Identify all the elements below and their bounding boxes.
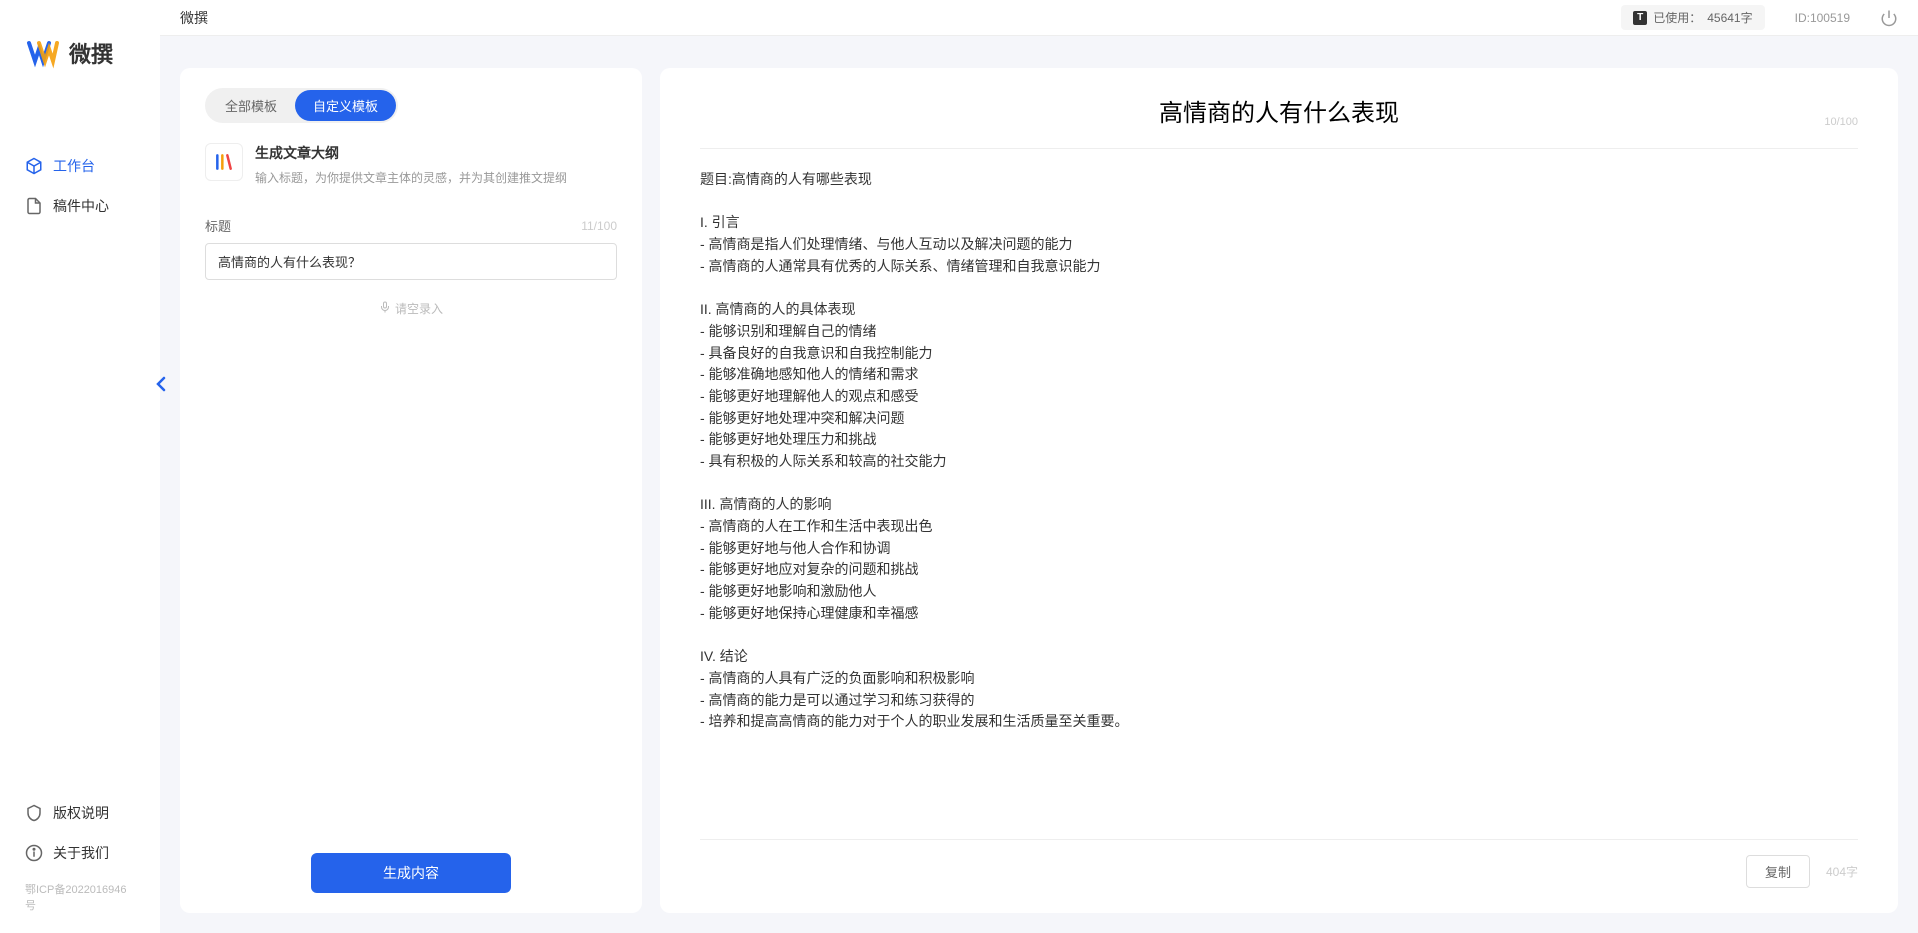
divider — [700, 148, 1858, 149]
sidebar-item-label: 版权说明 — [53, 803, 109, 823]
output-title: 高情商的人有什么表现 — [700, 93, 1858, 128]
header-title: 微撰 — [180, 8, 208, 28]
sidebar-item-copyright[interactable]: 版权说明 — [25, 793, 135, 833]
document-icon — [25, 197, 43, 215]
word-count: 404字 — [1826, 863, 1858, 880]
voice-input-button[interactable]: 请空录入 — [205, 300, 617, 317]
sidebar-item-label: 工作台 — [53, 156, 95, 176]
left-panel: 全部模板 自定义模板 生成文章大纲 输入标题，为你提供文章主体的灵感，并为其创建… — [180, 68, 642, 913]
title-field-label: 标题 — [205, 216, 231, 235]
user-id: ID:100519 — [1795, 11, 1850, 25]
template-desc: 输入标题，为你提供文章主体的灵感，并为其创建推文提纲 — [255, 169, 617, 186]
logo-icon — [25, 35, 61, 71]
info-icon — [25, 844, 43, 862]
title-field-counter: 11/100 — [581, 219, 617, 233]
shield-icon — [25, 804, 43, 822]
output-body: 题目:高情商的人有哪些表现 I. 引言 - 高情商是指人们处理情绪、与他人互动以… — [700, 169, 1858, 824]
sidebar-item-about[interactable]: 关于我们 — [25, 833, 135, 873]
usage-value: 45641字 — [1707, 9, 1752, 26]
sidebar-item-label: 关于我们 — [53, 843, 109, 863]
voice-input-label: 请空录入 — [395, 300, 443, 317]
usage-label: 已使用： — [1653, 9, 1701, 26]
sidebar-item-drafts[interactable]: 稿件中心 — [0, 186, 160, 226]
output-title-counter: 10/100 — [1824, 116, 1858, 128]
sidebar: 微撰 工作台 稿 — [0, 0, 160, 933]
sidebar-collapse-handle[interactable] — [154, 375, 168, 393]
logo-text: 微撰 — [69, 37, 113, 69]
icp-text: 鄂ICP备2022016946号 — [0, 873, 160, 913]
copy-button[interactable]: 复制 — [1746, 855, 1810, 888]
usage-badge: T 已使用： 45641字 — [1621, 5, 1764, 30]
template-title: 生成文章大纲 — [255, 143, 617, 163]
title-input[interactable] — [205, 243, 617, 280]
output-panel: 高情商的人有什么表现 10/100 题目:高情商的人有哪些表现 I. 引言 - … — [660, 68, 1898, 913]
sidebar-item-label: 稿件中心 — [53, 196, 109, 216]
template-tabs: 全部模板 自定义模板 — [205, 88, 398, 123]
text-icon: T — [1633, 11, 1647, 25]
generate-button[interactable]: 生成内容 — [311, 853, 511, 893]
logo: 微撰 — [0, 20, 160, 96]
tab-all-templates[interactable]: 全部模板 — [207, 90, 295, 121]
tab-custom-templates[interactable]: 自定义模板 — [295, 90, 396, 121]
cube-icon — [25, 157, 43, 175]
header: 微撰 T 已使用： 45641字 ID:100519 — [160, 0, 1918, 36]
template-icon — [205, 143, 243, 181]
power-icon[interactable] — [1880, 9, 1898, 27]
template-card: 生成文章大纲 输入标题，为你提供文章主体的灵感，并为其创建推文提纲 — [205, 143, 617, 186]
mic-icon — [379, 301, 391, 316]
sidebar-item-workspace[interactable]: 工作台 — [0, 146, 160, 186]
